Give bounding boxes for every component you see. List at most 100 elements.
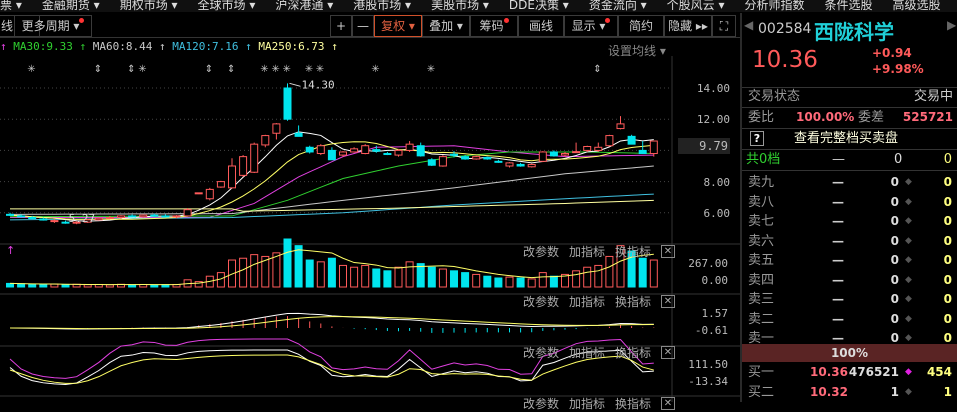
- draw-line-button[interactable]: 画线: [518, 15, 564, 37]
- swap-indicator-button[interactable]: 换指标: [615, 293, 651, 310]
- display-button[interactable]: 显示 ▾: [564, 15, 618, 37]
- volume: 0: [890, 194, 899, 209]
- close-panel-icon[interactable]: ✕: [661, 346, 675, 359]
- count: 0: [943, 214, 952, 228]
- order-ratio-row: 委比 100.00% 委差 525721: [742, 108, 957, 127]
- asks-row[interactable]: 卖九 — 0 ◆ 0: [742, 173, 957, 192]
- low-price-label: 5.27: [69, 212, 96, 225]
- swap-indicator-button[interactable]: 换指标: [615, 395, 651, 412]
- volume-bar: [494, 277, 503, 288]
- volume-bar: [305, 259, 314, 288]
- change-params-button[interactable]: 改参数: [523, 344, 559, 361]
- menu-item[interactable]: 沪深港通 ▾: [275, 0, 333, 12]
- candle-body: [416, 145, 425, 157]
- ma120-value: MA120:7.16: [172, 40, 239, 53]
- simple-button[interactable]: 简约: [618, 15, 664, 37]
- label: 买一: [748, 365, 775, 380]
- asks-row[interactable]: 卖八 — 0 ◆ 0: [742, 193, 957, 212]
- next-stock-icon[interactable]: ▶: [947, 18, 956, 32]
- swap-indicator-button[interactable]: 换指标: [615, 243, 651, 260]
- candle-body: [261, 135, 270, 146]
- candle-body: [527, 163, 536, 168]
- volume-bar: [372, 268, 381, 288]
- bids-row[interactable]: 买一 10.36 476521 ◆ 454: [742, 363, 957, 382]
- candle-body: [128, 215, 137, 218]
- top-menu: 票 ▾ 金融期货 ▾ 期权市场 ▾ 全球市场 ▾ 沪深港通 ▾ 港股市场 ▾ 美股市场 ▾ D…: [0, 0, 957, 12]
- label: 查看完整档买卖盘: [794, 131, 899, 146]
- menu-item[interactable]: DDE决策 ▾: [509, 0, 569, 12]
- overlay-button[interactable]: 叠加 ▾: [422, 15, 470, 37]
- signal-mark-icon: ✳: [283, 64, 291, 75]
- menu-item[interactable]: 港股市场 ▾: [353, 0, 411, 12]
- price-change-pct: +9.98%: [872, 62, 924, 76]
- volume-bar: [483, 275, 492, 288]
- arrow-up-icon: ↑: [245, 40, 252, 53]
- adjust-rights-button[interactable]: 复权 ▾: [374, 15, 422, 37]
- price: —: [832, 194, 844, 209]
- ma30-value: MA30:9.33: [13, 40, 73, 53]
- asks-row[interactable]: 卖五 — 0 ◆ 0: [742, 251, 957, 270]
- asks-row[interactable]: 卖四 — 0 ◆ 0: [742, 271, 957, 290]
- label: 交易状态: [748, 89, 801, 104]
- volume-bar: [583, 266, 592, 288]
- candle-body: [272, 123, 281, 134]
- dot-icon: ◆: [905, 235, 912, 246]
- menu-item[interactable]: 高级选股: [893, 0, 941, 12]
- volume-bar: [605, 255, 614, 288]
- asks-row[interactable]: 卖三 — 0 ◆ 0: [742, 290, 957, 309]
- volume-bar: [461, 272, 470, 288]
- menu-item[interactable]: 个股风云 ▾: [667, 0, 725, 12]
- candle-body: [627, 135, 636, 145]
- menu-item[interactable]: 条件选股: [825, 0, 873, 12]
- fullscreen-icon[interactable]: ⛶: [712, 15, 736, 37]
- close-panel-icon[interactable]: ✕: [661, 245, 675, 258]
- menu-item[interactable]: 资金流向 ▾: [589, 0, 647, 12]
- menu-item[interactable]: 金融期货 ▾: [42, 0, 100, 12]
- change-params-button[interactable]: 改参数: [523, 243, 559, 260]
- candle-body: [172, 215, 181, 218]
- volume-bar: [339, 264, 347, 288]
- candle-body: [17, 215, 26, 218]
- volume-bar: [283, 238, 292, 288]
- candle-body: [372, 149, 381, 152]
- zoom-in-button[interactable]: +: [330, 15, 352, 37]
- add-indicator-button[interactable]: 加指标: [569, 344, 605, 361]
- prev-stock-icon[interactable]: ◀: [744, 18, 753, 32]
- asks-row[interactable]: 卖七 — 0 ◆ 0: [742, 212, 957, 231]
- help-icon: ?: [750, 131, 764, 146]
- volume-bar: [350, 266, 359, 288]
- count: 0: [943, 292, 952, 306]
- volume-bar: [594, 264, 603, 288]
- hide-button[interactable]: 隐藏 ▸▸: [664, 15, 712, 37]
- menu-item[interactable]: 美股市场 ▾: [431, 0, 489, 12]
- close-panel-icon[interactable]: ✕: [661, 295, 675, 308]
- menu-item[interactable]: 期权市场 ▾: [120, 0, 178, 12]
- value: 525721: [902, 110, 953, 124]
- menu-item[interactable]: 票 ▾: [0, 0, 22, 12]
- candle-body: [450, 153, 458, 156]
- close-panel-icon[interactable]: ✕: [661, 397, 675, 410]
- chips-button[interactable]: 筹码: [470, 15, 518, 37]
- volume-bar: [239, 257, 248, 288]
- asks-row[interactable]: 卖六 — 0 ◆ 0: [742, 232, 957, 251]
- add-indicator-button[interactable]: 加指标: [569, 243, 605, 260]
- bids-row[interactable]: 买二 10.32 1 ◆ 1: [742, 383, 957, 402]
- current-price-tag: 9.79: [678, 138, 730, 154]
- add-indicator-button[interactable]: 加指标: [569, 395, 605, 412]
- label: 卖三: [748, 292, 775, 307]
- y-tick: 14.00: [696, 82, 730, 95]
- panel-max: 1.57: [701, 307, 729, 320]
- menu-item[interactable]: 分析师指数: [745, 0, 805, 12]
- more-period-button[interactable]: 更多周期 ▾: [14, 15, 92, 37]
- change-params-button[interactable]: 改参数: [523, 293, 559, 310]
- candle-body: [494, 160, 503, 163]
- value: 交易中: [913, 89, 953, 104]
- count: 0: [943, 194, 952, 209]
- swap-indicator-button[interactable]: 换指标: [615, 344, 651, 361]
- full-depth-link[interactable]: ? 查看完整档买卖盘: [742, 129, 957, 148]
- menu-item[interactable]: 全球市场 ▾: [198, 0, 256, 12]
- change-params-button[interactable]: 改参数: [523, 395, 559, 412]
- zoom-out-button[interactable]: —: [352, 15, 374, 37]
- add-indicator-button[interactable]: 加指标: [569, 293, 605, 310]
- asks-row[interactable]: 卖二 — 0 ◆ 0: [742, 310, 957, 329]
